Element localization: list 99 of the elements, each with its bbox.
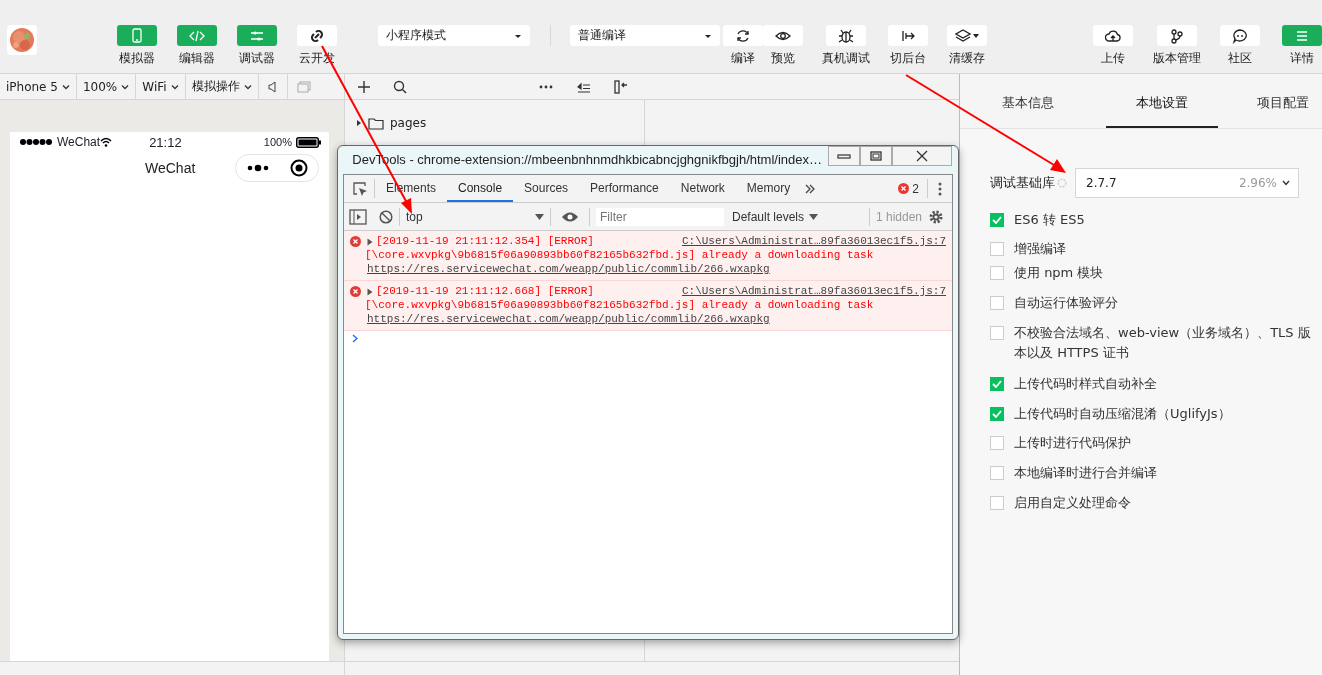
chevron-icon <box>61 82 70 91</box>
checkbox-label: 启用自定义处理命令 <box>1014 494 1131 512</box>
option-dropdown[interactable]: 模拟操作 <box>185 74 259 99</box>
settings-tab[interactable]: 项目配置 <box>1249 74 1317 128</box>
carrier-name: WeChat <box>57 135 101 149</box>
log-timestamp: [2019-11-19 21:11:12.354] [ERROR] <box>376 234 594 248</box>
checkbox-label: 使用 npm 模块 <box>1014 264 1104 282</box>
phone-icon <box>129 27 145 44</box>
folder-icon <box>368 116 384 130</box>
collapse-icon[interactable] <box>577 80 591 93</box>
kebab-menu-icon <box>938 181 942 196</box>
checkbox-label: 不校验合法域名、web-view（业务域名）、TLS 版本以及 HTTPS 证书 <box>1014 324 1312 362</box>
close-icon <box>914 150 930 162</box>
checkbox[interactable] <box>990 213 1004 227</box>
chevron-icon <box>1282 180 1290 186</box>
tree-item[interactable]: pages <box>345 114 427 132</box>
error-icon <box>350 286 361 297</box>
refresh-icon <box>735 27 751 44</box>
checkbox[interactable] <box>990 242 1004 256</box>
devtools-tab[interactable]: Sources <box>513 175 580 202</box>
speaker-icon <box>267 80 278 93</box>
inspect-icon <box>352 180 368 197</box>
url-link[interactable]: https://res.servicewechat.com/weapp/public/commlib/266.wxapkg <box>367 263 770 275</box>
checkbox[interactable] <box>990 436 1004 450</box>
settings-icon <box>928 208 944 225</box>
checkbox[interactable] <box>990 326 1004 340</box>
expand-caret-icon <box>367 288 373 296</box>
source-link[interactable]: C:\Users\Administrat…89fa36013ec1f5.js:7 <box>681 234 946 248</box>
checkbox[interactable] <box>990 377 1004 391</box>
chevron-icon <box>170 82 179 91</box>
log-message: [\core.wxvpkg\9b6815f06a90893bb60f82165b632fbd.js] already a downloading task <box>365 248 875 262</box>
chat-icon <box>1232 27 1248 44</box>
layers-icon <box>955 27 971 44</box>
devtools-tab[interactable]: Memory <box>735 175 802 202</box>
checkbox-label: 增强编译 <box>1014 240 1066 258</box>
url-link[interactable]: https://res.servicewechat.com/weapp/public/commlib/266.wxapkg <box>367 313 770 325</box>
checkbox-label: 上传时进行代码保护 <box>1014 434 1131 452</box>
chevron-icon <box>121 82 130 91</box>
sidebar-icon <box>349 208 367 225</box>
option-dropdown[interactable]: iPhone 5 <box>0 74 77 99</box>
levels-dropdown[interactable]: Default levels <box>732 209 819 224</box>
caret-icon <box>973 33 979 38</box>
restore-icon <box>868 150 884 162</box>
add-icon[interactable] <box>357 79 371 94</box>
link-icon <box>309 27 325 44</box>
wifi-icon <box>100 137 113 147</box>
checkbox[interactable] <box>990 496 1004 510</box>
eye-icon <box>561 210 579 223</box>
checkbox-label: 上传代码时自动压缩混淆（UglifyJs） <box>1014 405 1231 423</box>
filter-field[interactable]: Filter <box>596 207 724 226</box>
chevron-icon <box>243 82 252 91</box>
checkbox-label: ES6 转 ES5 <box>1014 211 1085 229</box>
checkbox[interactable] <box>990 407 1004 421</box>
branch-icon <box>1169 27 1185 44</box>
log-timestamp: [2019-11-19 21:11:12.668] [ERROR] <box>376 284 594 298</box>
more-icon[interactable] <box>539 84 553 89</box>
more-icon <box>246 164 269 172</box>
settings-tab[interactable]: 基本信息 <box>984 74 1072 128</box>
bug-icon <box>838 27 854 44</box>
mode-dropdown[interactable]: 小程序模式 <box>378 25 530 46</box>
panel-toggle-icon[interactable] <box>614 79 628 94</box>
error-count: 2 <box>912 181 919 196</box>
error-icon <box>898 183 910 194</box>
option-dropdown[interactable]: 100% <box>76 74 137 99</box>
checkbox[interactable] <box>990 266 1004 280</box>
restore-button[interactable] <box>860 146 892 166</box>
log-message: [\core.wxvpkg\9b6815f06a90893bb60f82165b632fbd.js] already a downloading task <box>365 298 875 312</box>
signal-icon <box>20 138 54 146</box>
checkbox[interactable] <box>990 466 1004 480</box>
page-title: WeChat <box>145 160 196 176</box>
expand-caret-icon <box>367 238 373 246</box>
battery-level: 100% <box>263 136 292 148</box>
spinner-icon <box>1057 178 1067 188</box>
hidden-count: 1 hidden <box>875 209 922 224</box>
option-dropdown[interactable]: WiFi <box>136 74 186 99</box>
devtools-tab[interactable]: Network <box>669 175 736 202</box>
version-select[interactable]: 2.7.7 2.96% <box>1075 168 1299 198</box>
prompt-icon <box>352 334 358 343</box>
record-icon <box>289 159 308 177</box>
settings-tab[interactable]: 本地设置 <box>1106 74 1218 128</box>
compile-dropdown[interactable]: 普通编译 <box>570 25 720 46</box>
battery-icon <box>296 136 321 148</box>
caret-icon <box>809 212 819 221</box>
field-label: 调试基础库 <box>990 174 1055 192</box>
checkbox-label: 本地编译时进行合并编译 <box>1014 464 1157 482</box>
checkbox[interactable] <box>990 296 1004 310</box>
close-button[interactable] <box>892 146 952 166</box>
minimize-button[interactable] <box>828 146 860 166</box>
checkbox-label: 自动运行体验评分 <box>1014 294 1118 312</box>
window-icon <box>296 80 311 93</box>
caret-icon <box>535 212 544 221</box>
source-link[interactable]: C:\Users\Administrat…89fa36013ec1f5.js:7 <box>681 284 946 298</box>
search-icon[interactable] <box>393 79 407 94</box>
context-select[interactable]: top <box>406 209 544 224</box>
block-icon <box>379 209 393 224</box>
clock-time: 21:12 <box>149 134 182 150</box>
checkbox-label: 上传代码时样式自动补全 <box>1014 375 1157 393</box>
devtools-tab[interactable]: Performance <box>579 175 670 202</box>
error-icon <box>350 236 361 247</box>
